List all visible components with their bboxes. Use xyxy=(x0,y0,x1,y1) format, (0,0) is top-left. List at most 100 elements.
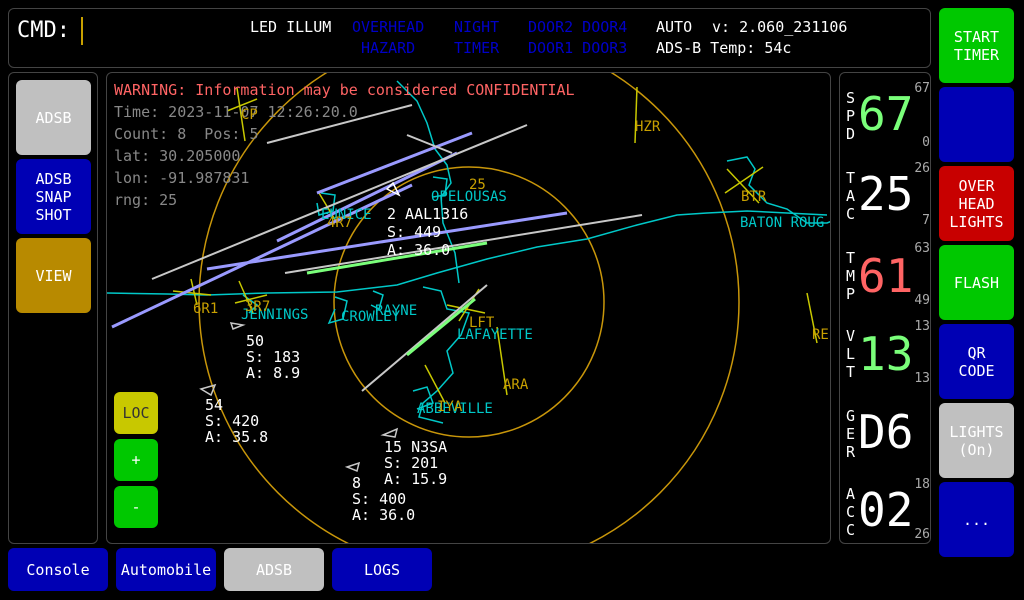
place-iya: IYA xyxy=(437,399,463,415)
aircraft-glyph-15 xyxy=(380,427,399,438)
gauge-min: 49 xyxy=(914,293,930,308)
lights-on-button[interactable]: LIGHTS (On) xyxy=(939,403,1014,478)
overhead-toggle[interactable]: OVERHEAD xyxy=(352,18,424,36)
gauge-max: 18 xyxy=(914,477,930,492)
gauge-value: 25 xyxy=(858,167,914,221)
place-lft: LFT xyxy=(469,315,495,331)
door2-door4-toggle[interactable]: DOOR2 DOOR4 xyxy=(528,18,627,36)
aircraft-speed: S: 400 xyxy=(352,490,407,508)
more-button[interactable]: ... xyxy=(939,482,1014,557)
place-cp: CP xyxy=(241,107,258,123)
gauge-temperature: T M P 61 63 49 xyxy=(840,237,930,315)
gauge-max: 13 xyxy=(914,319,930,334)
led-illum-label: LED ILLUM xyxy=(250,18,332,36)
aircraft-id: 2 AAL1316 xyxy=(387,205,469,223)
aircraft-glyph-8 xyxy=(344,461,361,473)
gauge-value: 61 xyxy=(858,249,914,303)
gauge-tachometer: T A C 25 26 7 xyxy=(840,155,930,233)
aircraft-speed: S: 183 xyxy=(246,348,301,366)
gauge-value: 67 xyxy=(858,87,914,141)
gauge-label: V L T xyxy=(846,327,856,381)
gauge-label: T M P xyxy=(846,249,856,303)
range-ring-label: 25 xyxy=(469,177,486,193)
aircraft-altitude: A: 36.0 xyxy=(387,241,451,259)
adsb-temp-label: ADS-B Temp: 54c xyxy=(656,39,792,57)
aircraft-id: 50 xyxy=(246,332,265,350)
cmd-label: CMD: xyxy=(17,18,70,43)
place-6r1: 6R1 xyxy=(193,301,219,317)
gauge-max: 67 xyxy=(914,81,930,96)
aircraft-glyph-50 xyxy=(229,322,246,330)
aircraft-altitude: A: 8.9 xyxy=(246,364,301,382)
adsb-map[interactable]: WARNING: Information may be considered C… xyxy=(106,72,831,544)
zoom-in-button[interactable]: + xyxy=(114,439,158,481)
aircraft-label[interactable]: 8 S: 400 A: 36.0 xyxy=(352,475,415,523)
auto-label: AUTO xyxy=(656,18,693,36)
gauge-label: T A C xyxy=(846,169,856,223)
adsb-snapshot-button[interactable]: ADSB SNAP SHOT xyxy=(16,159,91,234)
aircraft-label[interactable]: 2 AAL1316 S: 449 A: 36.0 xyxy=(387,205,468,259)
zoom-out-button[interactable]: - xyxy=(114,486,158,528)
place-hzr: HZR xyxy=(635,119,661,135)
place-ara: ARA xyxy=(503,377,529,393)
rng-readout: rng: 25 xyxy=(114,191,178,209)
view-button[interactable]: VIEW xyxy=(16,238,91,313)
time-readout: Time: 2023-11-07 12:26:20.0 xyxy=(114,103,358,121)
aircraft-speed: S: 420 xyxy=(205,412,260,430)
left-menu: ADSB ADSB SNAP SHOT VIEW xyxy=(8,72,98,544)
gauges-panel: S P D 67 67 0 T A C 25 26 7 T M P 61 63 … xyxy=(839,72,931,544)
gauge-voltage: V L T 13 13 13 xyxy=(840,319,930,397)
aircraft-label[interactable]: 54 S: 420 A: 35.8 xyxy=(205,397,268,445)
place-3r7: 3R7 xyxy=(245,299,271,315)
aircraft-id: 54 xyxy=(205,396,224,414)
timer-toggle[interactable]: TIMER xyxy=(454,39,499,57)
aircraft-altitude: A: 35.8 xyxy=(205,428,269,446)
night-toggle[interactable]: NIGHT xyxy=(454,18,499,36)
gauge-acceleration: A C C 02 18 26 xyxy=(840,469,930,543)
gauge-label: S P D xyxy=(846,89,856,143)
tab-adsb[interactable]: ADSB xyxy=(224,548,324,591)
gauge-min: 0 xyxy=(922,135,930,150)
top-bar: CMD: LED ILLUM OVERHEAD HAZARD NIGHT TIM… xyxy=(8,8,931,68)
place-re: RE xyxy=(812,327,829,343)
place-btr: BTR xyxy=(741,189,767,205)
aircraft-id: 15 N3SA xyxy=(384,438,448,456)
lat-readout: lat: 30.205000 xyxy=(114,147,241,165)
version-label: v: 2.060_231106 xyxy=(712,18,848,36)
tab-console[interactable]: Console xyxy=(8,548,108,591)
gauge-min: 26 xyxy=(914,527,930,542)
gauge-speed: S P D 67 67 0 xyxy=(840,73,930,151)
count-pos-readout: Count: 8 Pos: 5 xyxy=(114,125,259,143)
aircraft-id: 8 xyxy=(352,474,362,492)
door1-door3-toggle[interactable]: DOOR1 DOOR3 xyxy=(528,39,627,57)
place-baton-rouge: BATON ROUG xyxy=(740,215,825,231)
cmd-cursor[interactable] xyxy=(81,17,83,45)
lon-readout: lon: -91.987831 xyxy=(114,169,250,187)
start-timer-button[interactable]: START TIMER xyxy=(939,8,1014,83)
gauge-max: 63 xyxy=(914,241,930,256)
tab-logs[interactable]: LOGS xyxy=(332,548,432,591)
hazard-toggle[interactable]: HAZARD xyxy=(361,39,415,57)
place-4r7: 4R7 xyxy=(327,215,353,231)
flash-button[interactable]: FLASH xyxy=(939,245,1014,320)
qr-code-button[interactable]: QR CODE xyxy=(939,324,1014,399)
gauge-min: 13 xyxy=(914,371,930,386)
gauge-gear: G E R D6 xyxy=(840,401,930,465)
aircraft-label[interactable]: 50 S: 183 A: 8.9 xyxy=(246,333,300,381)
gauge-value: 13 xyxy=(858,327,914,381)
gauge-max: 26 xyxy=(914,161,930,176)
tab-automobile[interactable]: Automobile xyxy=(116,548,216,591)
gauge-value: D6 xyxy=(858,405,914,459)
place-rayne: RAYNE xyxy=(375,303,418,319)
adsb-button[interactable]: ADSB xyxy=(16,80,91,155)
confidential-warning: WARNING: Information may be considered C… xyxy=(114,81,575,99)
blank-button[interactable] xyxy=(939,87,1014,162)
loc-button[interactable]: LOC xyxy=(114,392,158,434)
gauge-value: 02 xyxy=(858,483,914,537)
gauge-min: 7 xyxy=(922,213,930,228)
aircraft-altitude: A: 36.0 xyxy=(352,506,416,524)
aircraft-speed: S: 449 xyxy=(387,223,442,241)
aircraft-speed: S: 201 xyxy=(384,454,439,472)
overhead-lights-button[interactable]: OVER HEAD LIGHTS xyxy=(939,166,1014,241)
gauge-label: A C C xyxy=(846,485,856,539)
